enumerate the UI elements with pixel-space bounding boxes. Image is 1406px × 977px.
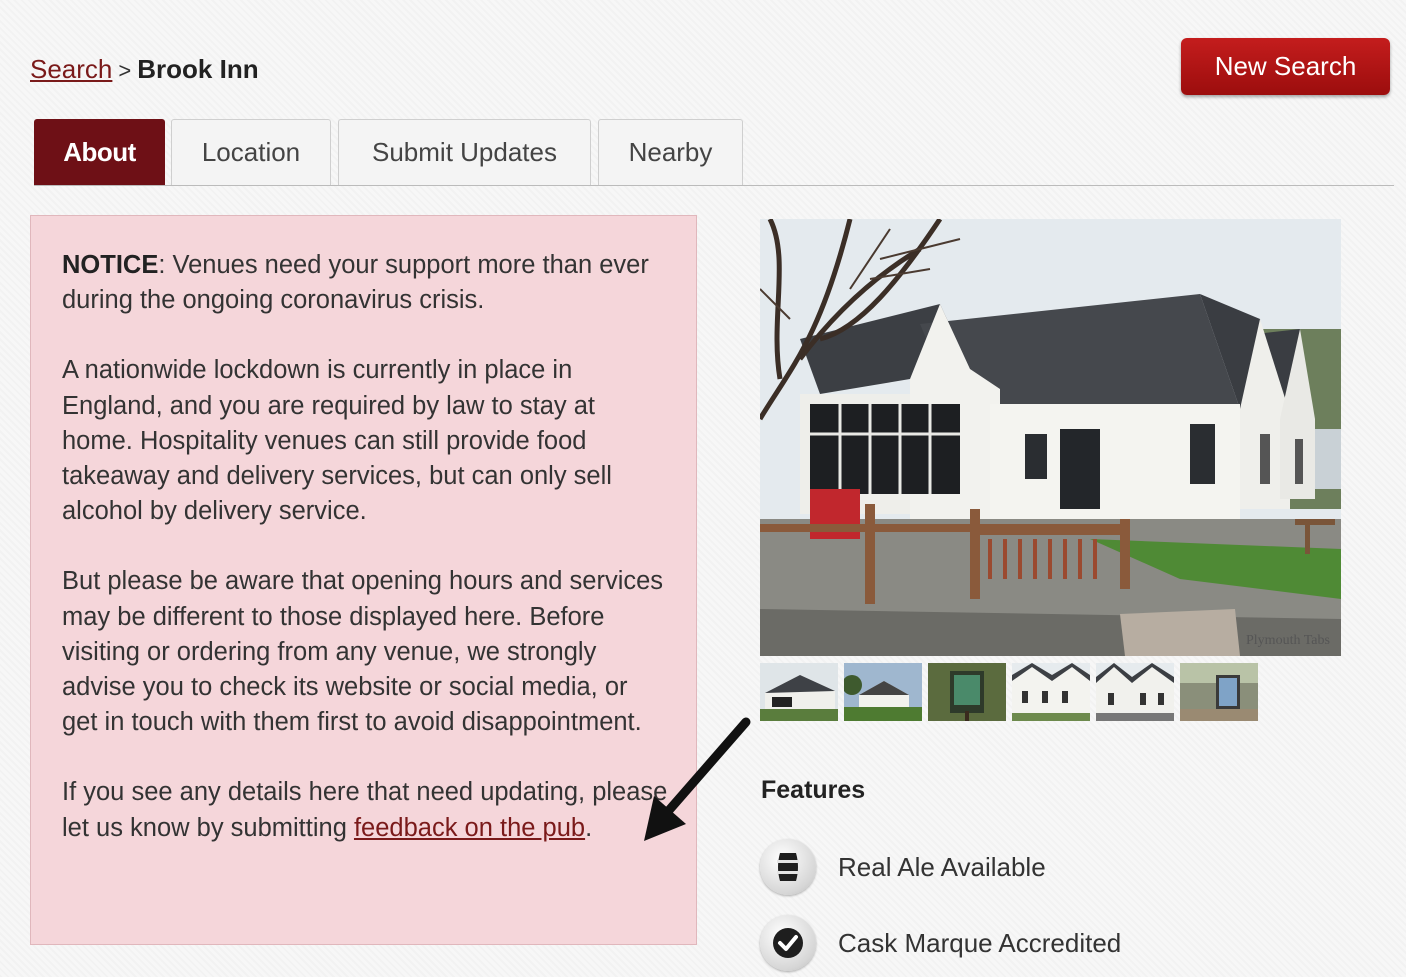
- breadcrumb: Search > Brook Inn: [30, 54, 259, 85]
- feedback-link[interactable]: feedback on the pub: [354, 814, 585, 842]
- venue-photo[interactable]: Plymouth Tabs: [760, 219, 1341, 656]
- notice-feedback-suffix: .: [585, 813, 593, 842]
- tab-submit-updates[interactable]: Submit Updates: [338, 119, 591, 185]
- tab-nearby[interactable]: Nearby: [598, 119, 743, 185]
- notice-paragraph-1: NOTICE: Venues need your support more th…: [62, 248, 668, 318]
- thumbnail-1[interactable]: [760, 663, 838, 721]
- photo-watermark: Plymouth Tabs: [1246, 633, 1330, 648]
- venue-photo-illustration: Plymouth Tabs: [760, 219, 1341, 656]
- notice-paragraph-4: If you see any details here that need up…: [62, 775, 668, 845]
- thumbnail-5[interactable]: [1096, 663, 1174, 721]
- notice-paragraph-3: But please be aware that opening hours a…: [62, 567, 664, 737]
- notice-paragraph-2: A nationwide lockdown is currently in pl…: [62, 356, 612, 526]
- annotation-arrow-icon: [644, 717, 751, 841]
- thumbnail-2[interactable]: [844, 663, 922, 721]
- barrel-icon: [760, 839, 816, 895]
- tab-location[interactable]: Location: [171, 119, 331, 185]
- tab-about[interactable]: About: [34, 119, 165, 185]
- feature-label: Cask Marque Accredited: [838, 927, 1122, 958]
- breadcrumb-separator: >: [118, 58, 132, 83]
- new-search-button[interactable]: New Search: [1181, 38, 1390, 95]
- notice-heading: NOTICE: [62, 251, 159, 279]
- tab-divider: [34, 185, 1394, 186]
- notice-panel: NOTICE: Venues need your support more th…: [30, 215, 697, 945]
- checkmark-icon: [760, 915, 816, 971]
- feature-real-ale: Real Ale Available: [760, 838, 1046, 896]
- thumbnail-6[interactable]: [1180, 663, 1258, 721]
- feature-cask-marque: Cask Marque Accredited: [760, 914, 1121, 972]
- feature-label: Real Ale Available: [838, 851, 1046, 882]
- page-title: Brook Inn: [137, 54, 259, 84]
- features-heading: Features: [761, 776, 866, 804]
- thumbnail-3[interactable]: [928, 663, 1006, 721]
- thumbnail-4[interactable]: [1012, 663, 1090, 721]
- breadcrumb-search-link[interactable]: Search: [30, 54, 112, 84]
